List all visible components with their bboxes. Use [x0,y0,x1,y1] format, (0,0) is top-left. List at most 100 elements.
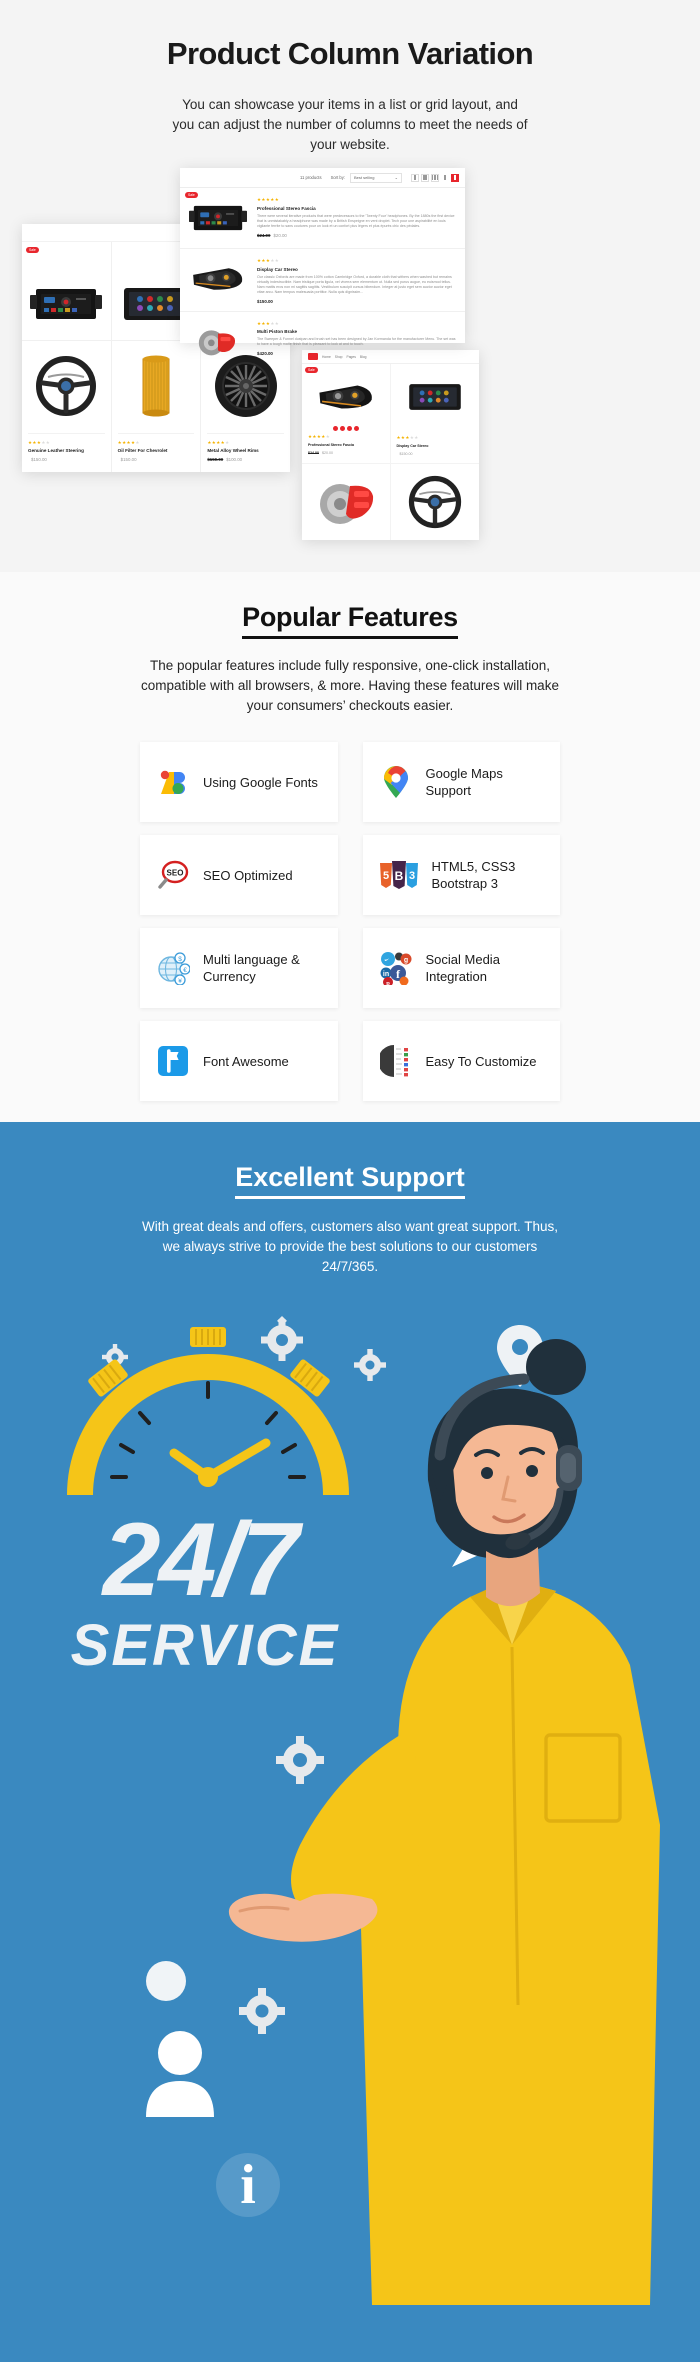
features-description: The popular features include fully respo… [141,658,559,713]
sort-by-label: Sort by: [330,175,345,180]
grid-cell[interactable] [391,464,480,540]
product-image-steering-wheel [397,471,474,533]
svg-text:SEO: SEO [167,869,184,878]
illustration-number: 24/7 [101,1502,304,1618]
font-awesome-flag-icon [156,1044,190,1078]
page-title: Product Column Variation [166,36,534,71]
rating-stars: ★★★★★ [117,439,140,445]
product-price: $150.00 [399,451,413,456]
feature-card-label: HTML5, CSS3 Bootstrap 3 [431,859,516,891]
product-price: $150.00 [31,457,47,462]
product-image-brake-disc [308,471,384,533]
list-row-info: ★★★★★ Multi Piston Brake The Sweeper & F… [257,319,458,365]
grid-cell[interactable]: Sale ★★★★★ Professional Stereo Fascia $2… [302,364,391,464]
product-image-headlight [187,256,249,302]
feature-card-label: Font Awesome [203,1053,289,1069]
color-swatches[interactable] [308,426,384,431]
product-name: Multi Piston Brake [257,329,298,334]
features-title: Popular Features [242,602,458,639]
feature-card-label: SEO Optimized [203,867,293,883]
html5-bootstrap-css3-icon: 5B3 [379,858,419,892]
svg-text:i: i [240,2154,256,2216]
view-mode-buttons[interactable] [411,173,459,182]
sale-badge: Sale [185,192,198,199]
support-illustration: 24/7 SERVICE i [0,1305,700,2305]
grid-cell-meta: ★★★★★ Metal Alloy Wheel Rims $150.00 $100… [207,432,285,473]
product-name: Display Car Stereo [396,443,429,448]
feature-card-multi-language[interactable]: $ € ¥ Multi language & Currency [140,928,338,1008]
grid-cell-meta: ★★★★★ Genuine Leather Steering $150.00 [28,432,105,473]
sort-by-select[interactable]: Best selling ⌄ [350,172,402,183]
feature-card-html5-bootstrap[interactable]: 5B3 HTML5, CSS3 Bootstrap 3 [362,835,560,915]
product-image-car-stereo: Sale [185,192,249,241]
svg-text:5: 5 [382,870,388,882]
svg-text:p: p [386,980,390,985]
compact-grid-body: Sale ★★★★★ Professional Stereo Fascia $2… [302,364,479,540]
product-price: $150.00 [257,298,273,304]
grid-cell[interactable]: ★★★★★ Display Car Stereo $150.00 [390,364,479,464]
feature-card-easy-customize[interactable]: Easy To Customize [362,1021,560,1101]
product-image-steering-wheel [28,349,105,423]
svg-text:¥: ¥ [178,978,182,985]
feature-card-seo[interactable]: SEO SEO Optimized [140,835,338,915]
sale-badge: Sale [26,247,39,254]
feature-card-google-maps[interactable]: Google Maps Support [362,742,560,822]
google-fonts-icon [156,765,190,799]
svg-text:in: in [382,971,388,978]
product-image-brake-caliper [187,319,249,365]
rating-stars: ★★★★★ [207,439,230,445]
support-description: With great deals and offers, customers a… [142,1219,558,1274]
sort-by-value: Best selling [354,175,375,180]
rating-stars: ★★★★★ [257,320,280,326]
features-title-wrap: Popular Features [0,602,700,639]
feature-card-label: Multi language & Currency [203,952,300,984]
list-row-info: ★★★★★ Professional Stereo Fascia There w… [257,195,458,241]
feature-card-label: Google Maps Support [425,766,503,798]
illustration-word: SERVICE [71,1613,340,1678]
rating-stars: ★★★★★ [308,434,331,439]
rating-stars: ★★★★★ [28,439,51,445]
view-mode-4col-button[interactable] [431,173,439,182]
product-description: Our classic Oxfords are made from 100% c… [257,274,452,294]
feature-card-font-awesome[interactable]: Font Awesome [140,1021,338,1101]
svg-text:$: $ [178,956,182,963]
list-layout-mockup[interactable]: 11 products Sort by: Best selling ⌄ Sale… [180,168,465,356]
product-price: $150.00 $100.00 [207,457,243,462]
feature-card-google-fonts[interactable]: Using Google Fonts [140,742,338,822]
grid-cell-meta: ★★★★★ Oil Filter For Chevrolet $150.00 [117,432,195,473]
view-mode-3col-button[interactable] [421,173,429,182]
feature-card-social-media[interactable]: g in f p Social Media Integration [362,928,560,1008]
list-row[interactable]: ★★★★★ Display Car Stereo Our classic Oxf… [180,249,465,312]
color-palette-icon [379,1044,413,1078]
grid-cell[interactable] [302,463,391,540]
svg-text:g: g [403,957,407,964]
feature-card-label: Social Media Integration [425,952,500,984]
product-price: $420.00 [257,351,273,356]
list-row[interactable]: Sale ★★★★★ Professional Stereo Fascia Th… [180,188,465,249]
google-maps-pin-icon [379,765,413,799]
product-column-variation-section: Product Column Variation You can showcas… [0,0,700,572]
support-title: Excellent Support [235,1162,465,1199]
feature-cards-grid: Using Google Fonts Google Maps Support S… [140,742,560,1101]
customer-service-illustration: 24/7 SERVICE i [67,1315,660,2305]
list-mockup-toolbar: 11 products Sort by: Best selling ⌄ [180,168,465,188]
chevron-down-icon: ⌄ [394,175,398,180]
product-name: Metal Alloy Wheel Rims [207,448,259,453]
view-mode-5col-button[interactable] [441,174,449,182]
list-row-info: ★★★★★ Display Car Stereo Our classic Oxf… [257,256,458,304]
grid-cell[interactable]: ★★★★★ Genuine Leather Steering $150.00 [22,341,112,472]
support-title-wrap: Excellent Support [0,1162,700,1199]
compact-grid-mockup[interactable]: Home Shop Pages Blog Sale ★★★★★ Professi… [302,350,479,540]
social-media-bubbles-icon: g in f p [379,951,413,985]
page-description: You can showcase your items in a list or… [172,97,528,152]
product-name: Display Car Stereo [257,266,298,272]
list-row[interactable]: ★★★★★ Multi Piston Brake The Sweeper & F… [180,312,465,372]
feature-card-label: Easy To Customize [425,1053,537,1069]
product-image-headlight [308,371,384,423]
product-description: There were several iterative products th… [257,213,455,228]
product-name: Professional Stereo Fascia [308,442,354,447]
rating-stars: ★★★★★ [257,197,280,202]
view-mode-2col-button[interactable] [411,173,419,182]
view-mode-list-button[interactable] [451,173,459,182]
rating-stars: ★★★★★ [396,435,419,440]
